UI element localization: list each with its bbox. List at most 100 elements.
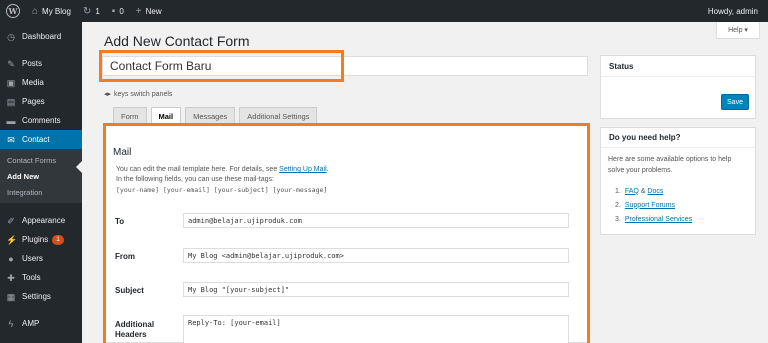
wrench-icon: ✚ bbox=[7, 272, 15, 283]
comments-count: 0 bbox=[119, 6, 124, 16]
mail-tags-description: In the following fields, you can use the… bbox=[116, 176, 274, 183]
status-heading: Status bbox=[601, 56, 755, 77]
mail-description: You can edit the mail template here. For… bbox=[116, 166, 329, 173]
plug-icon: ⚡ bbox=[6, 234, 18, 245]
support-forums-link[interactable]: Support Forums bbox=[625, 202, 675, 209]
help-list-item: 2. Support Forums bbox=[615, 201, 676, 209]
help-tab-button[interactable]: Help ▾ bbox=[716, 22, 760, 39]
comments-link[interactable]: ▪ 0 bbox=[106, 0, 130, 22]
mail-description-end: . bbox=[326, 166, 329, 173]
site-name-link[interactable]: ⌂ My Blog bbox=[26, 0, 77, 22]
admin-sidebar: ◷ Dashboard ✎ Posts ▣ Media ▤ Pages ▬ Co… bbox=[0, 22, 82, 343]
submenu-integration[interactable]: Integration bbox=[0, 184, 82, 200]
keys-hint-text: keys switch panels bbox=[114, 90, 173, 98]
tab-additional-settings[interactable]: Additional Settings bbox=[239, 107, 318, 124]
subject-input[interactable]: My Blog "[your-subject]" bbox=[183, 282, 569, 297]
plus-icon: + bbox=[135, 5, 142, 17]
updates-count: 1 bbox=[95, 6, 100, 16]
sidebar-item-plugins[interactable]: ⚡ Plugins 1 bbox=[0, 230, 82, 249]
sidebar-item-appearance[interactable]: ✐ Appearance bbox=[0, 211, 82, 230]
tab-messages[interactable]: Messages bbox=[185, 107, 236, 124]
greeting: Howdy, admin bbox=[707, 6, 758, 16]
additional-headers-value: Reply-To: [your-email] bbox=[188, 319, 281, 327]
sidebar-item-settings[interactable]: ▦ Settings bbox=[0, 287, 82, 306]
mail-description-text: You can edit the mail template here. For… bbox=[116, 166, 280, 173]
sidebar-item-pages[interactable]: ▤ Pages bbox=[0, 92, 82, 111]
save-button[interactable]: Save bbox=[721, 94, 749, 110]
sidebar-item-label: Comments bbox=[22, 116, 61, 125]
docs-link[interactable]: Docs bbox=[647, 188, 663, 195]
plugins-update-badge: 1 bbox=[52, 234, 64, 245]
sidebar-item-label: Dashboard bbox=[22, 32, 62, 41]
refresh-icon: ↻ bbox=[82, 5, 92, 17]
professional-services-link[interactable]: Professional Services bbox=[625, 216, 692, 223]
mail-panel-highlight-box bbox=[103, 123, 590, 343]
sidebar-item-tools[interactable]: ✚ Tools bbox=[0, 268, 82, 287]
additional-headers-textarea[interactable]: Reply-To: [your-email] bbox=[183, 315, 569, 343]
settings-icon: ▦ bbox=[6, 291, 16, 302]
status-box: Status Save bbox=[600, 55, 756, 119]
keys-hint: ◂▸ keys switch panels bbox=[104, 90, 173, 99]
additional-headers-label: Additional Headers bbox=[115, 320, 155, 339]
tab-form[interactable]: Form bbox=[113, 107, 147, 124]
amp-icon: ϟ bbox=[8, 318, 14, 329]
title-highlight-box bbox=[99, 50, 344, 82]
new-content-link[interactable]: + New bbox=[130, 0, 168, 22]
mail-heading: Mail bbox=[113, 147, 132, 158]
sidebar-item-dashboard[interactable]: ◷ Dashboard bbox=[0, 27, 82, 46]
sidebar-item-label: Tools bbox=[22, 273, 41, 282]
keyboard-arrows-icon: ◂▸ bbox=[104, 91, 112, 98]
sidebar-item-label: Plugins bbox=[22, 235, 49, 244]
sidebar-item-label: Contact bbox=[22, 135, 50, 144]
tab-mail[interactable]: Mail bbox=[150, 107, 182, 124]
sidebar-item-label: Pages bbox=[22, 97, 45, 106]
faq-link[interactable]: FAQ bbox=[625, 188, 639, 195]
editor-tabs: Form Mail Messages Additional Settings bbox=[113, 107, 321, 124]
wordpress-logo-button[interactable]: W bbox=[0, 0, 26, 22]
sidebar-item-contact[interactable]: ✉ Contact bbox=[0, 130, 82, 149]
wordpress-icon: W bbox=[6, 4, 20, 18]
setting-up-mail-link[interactable]: Setting Up Mail bbox=[279, 166, 326, 173]
from-input[interactable]: My Blog <admin@belajar.ujiproduk.com> bbox=[183, 248, 569, 263]
sidebar-item-label: Users bbox=[22, 254, 43, 263]
account-menu[interactable]: Howdy, admin bbox=[702, 0, 768, 22]
sidebar-item-media[interactable]: ▣ Media bbox=[0, 73, 82, 92]
users-icon: ● bbox=[8, 253, 14, 264]
help-text: Here are some available options to help … bbox=[608, 156, 732, 174]
from-value: My Blog <admin@belajar.ujiproduk.com> bbox=[188, 251, 344, 260]
site-name: My Blog bbox=[42, 6, 71, 16]
mail-tags-list: [your-name] [your-email] [your-subject] … bbox=[116, 186, 328, 194]
help-links-list: 1. FAQ & Docs 2. Support Forums 3. Profe… bbox=[615, 184, 692, 226]
dashboard-icon: ◷ bbox=[7, 31, 15, 42]
sidebar-item-label: Appearance bbox=[22, 216, 66, 225]
pin-icon: ✎ bbox=[7, 58, 15, 69]
from-label: From bbox=[115, 252, 135, 261]
current-menu-arrow bbox=[76, 161, 82, 173]
sidebar-item-label: Media bbox=[22, 78, 44, 87]
help-box: Do you need help? Here are some availabl… bbox=[600, 127, 756, 235]
sidebar-item-users[interactable]: ● Users bbox=[0, 249, 82, 268]
help-item-separator: & bbox=[638, 187, 648, 195]
sidebar-item-comments[interactable]: ▬ Comments bbox=[0, 111, 82, 130]
subject-label: Subject bbox=[115, 286, 144, 295]
contact-submenu: Contact Forms Add New Integration bbox=[0, 149, 82, 203]
comments-icon: ▬ bbox=[6, 115, 16, 126]
sidebar-item-amp[interactable]: ϟ AMP bbox=[0, 314, 82, 333]
submenu-contact-forms[interactable]: Contact Forms bbox=[0, 152, 82, 168]
new-label: New bbox=[145, 6, 162, 16]
brush-icon: ✐ bbox=[7, 215, 15, 226]
sidebar-item-label: AMP bbox=[22, 319, 40, 328]
help-heading: Do you need help? bbox=[601, 128, 755, 148]
sidebar-item-posts[interactable]: ✎ Posts bbox=[0, 54, 82, 73]
help-list-item: 3. Professional Services bbox=[615, 215, 693, 223]
to-input[interactable]: admin@belajar.ujiproduk.com bbox=[183, 213, 569, 228]
updates-link[interactable]: ↻ 1 bbox=[77, 0, 106, 22]
media-icon: ▣ bbox=[6, 77, 16, 88]
pages-icon: ▤ bbox=[6, 96, 16, 107]
to-value: admin@belajar.ujiproduk.com bbox=[188, 216, 302, 225]
to-label: To bbox=[115, 217, 125, 226]
comment-icon: ▪ bbox=[111, 5, 116, 17]
submenu-add-new[interactable]: Add New bbox=[0, 168, 82, 184]
help-list-item: 1. FAQ & Docs bbox=[615, 187, 664, 195]
page-title: Add New Contact Form bbox=[104, 33, 250, 49]
